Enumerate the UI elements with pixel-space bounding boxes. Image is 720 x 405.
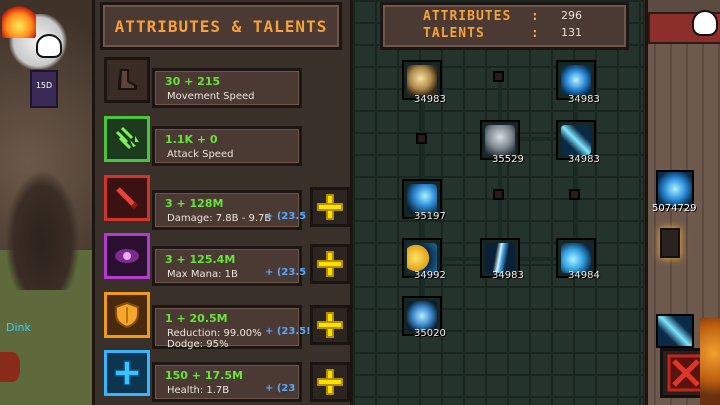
level-badge: 15D — [30, 70, 58, 108]
health-stat: 150 + 17.5M Health: 1.7B + (23 — [152, 362, 302, 402]
health-value: 150 + 17.5M — [165, 369, 243, 382]
locked-talent-slot[interactable] — [493, 189, 504, 200]
panel-title: ATTRIBUTES & TALENTS — [100, 2, 342, 50]
side-skill-icon-2[interactable] — [656, 314, 694, 348]
attributes-points-separator: : — [531, 9, 539, 24]
dodge-label: Dodge: 95% — [167, 339, 229, 350]
golden-orb-icon — [407, 65, 437, 95]
damage-label: Damage: 7.8B - 9.7B — [167, 213, 272, 224]
golden-shield-icon — [407, 243, 437, 273]
talent-points-value: 131 — [561, 26, 582, 39]
attack-speed-value: 1.1K + 0 — [165, 133, 218, 146]
side-counter: 5074729 — [652, 203, 697, 214]
add-damage-button[interactable] — [310, 187, 350, 227]
dead-tree — [5, 170, 80, 290]
talent-tree-grid — [350, 0, 643, 405]
lightning-icon — [485, 243, 515, 273]
fire-crown-icon — [2, 4, 36, 38]
ice-hammer-icon — [561, 125, 591, 155]
player-avatar[interactable] — [2, 4, 68, 69]
max-mana-value: 3 + 125.4M — [165, 253, 236, 266]
skull-coin-icon — [692, 10, 718, 36]
talent-ice-shard-level: 35197 — [414, 211, 446, 222]
add-defense-button[interactable] — [310, 305, 350, 345]
damage-value: 3 + 128M — [165, 197, 224, 210]
eye-icon — [104, 233, 150, 279]
guardian-helmet-icon — [485, 125, 515, 155]
points-summary: ATTRIBUTES : 296 TALENTS : 131 — [380, 2, 629, 50]
plus-icon — [317, 251, 343, 277]
player-name: Dink — [6, 321, 31, 334]
max-mana-stat: 3 + 125.4M Max Mana: 1B + (23.5 — [152, 246, 306, 286]
talent-ice-hammer-level: 34983 — [568, 154, 600, 165]
add-health-button[interactable] — [310, 362, 350, 402]
locked-talent-slot[interactable] — [493, 71, 504, 82]
locked-talent-slot[interactable] — [416, 133, 427, 144]
defense-bonus-preview: + (23.5! — [265, 326, 311, 337]
sword-icon — [104, 175, 150, 221]
skull-icon — [36, 34, 62, 58]
shield-icon — [104, 292, 150, 338]
talent-orb-level: 34983 — [414, 94, 446, 105]
locked-talent-slot[interactable] — [569, 189, 580, 200]
talent-guardian-level: 35529 — [492, 154, 524, 165]
boot-icon — [104, 57, 150, 103]
frost-orb-icon — [561, 243, 591, 273]
plus-icon — [317, 312, 343, 338]
damage-bonus-preview: + (23.5 — [265, 211, 307, 222]
health-bonus-preview: + (23 — [265, 383, 296, 394]
talent-crystal-level: 35020 — [414, 328, 446, 339]
movement-speed-label: Movement Speed — [167, 91, 255, 102]
reduction-label: Reduction: 99.00% — [167, 328, 262, 339]
talent-lightning-level: 34983 — [492, 270, 524, 281]
talent-points-label: TALENTS — [423, 26, 485, 41]
attributes-points-value: 296 — [561, 9, 582, 22]
movement-speed-value: 30 + 215 — [165, 75, 221, 88]
frost-burst-icon — [561, 65, 591, 95]
cross-icon — [104, 350, 150, 396]
talent-golden-shield-level: 34992 — [414, 270, 446, 281]
talent-points-separator: : — [531, 26, 539, 41]
plus-icon — [317, 369, 343, 395]
attributes-points-label: ATTRIBUTES — [423, 9, 512, 24]
attack-speed-label: Attack Speed — [167, 149, 234, 160]
health-label: Health: 1.7B — [167, 385, 230, 396]
damage-stat: 3 + 128M Damage: 7.8B - 9.7B + (23.5 — [152, 190, 306, 230]
attributes-points-row: ATTRIBUTES : 296 — [383, 9, 626, 25]
talent-frost-orb-level: 34984 — [568, 270, 600, 281]
crystal-icon — [407, 301, 437, 331]
movement-speed-stat: 30 + 215 Movement Speed — [152, 68, 302, 108]
ice-shard-icon — [407, 184, 437, 214]
talent-points-row: TALENTS : 131 — [383, 26, 626, 42]
add-max-mana-button[interactable] — [310, 244, 350, 284]
attack-speed-stat: 1.1K + 0 Attack Speed — [152, 126, 302, 166]
talent-frost-burst-level: 34983 — [568, 94, 600, 105]
autumn-bush — [700, 318, 720, 405]
defense-value: 1 + 20.5M — [165, 312, 228, 325]
dragon-head — [0, 352, 20, 382]
arrows-icon — [104, 116, 150, 162]
max-mana-bonus-preview: + (23.5 — [265, 267, 307, 278]
defense-stat: 1 + 20.5M Reduction: 99.00% Dodge: 95% +… — [152, 305, 311, 350]
plus-icon — [317, 194, 343, 220]
lantern-icon — [660, 228, 680, 258]
max-mana-label: Max Mana: 1B — [167, 269, 238, 280]
